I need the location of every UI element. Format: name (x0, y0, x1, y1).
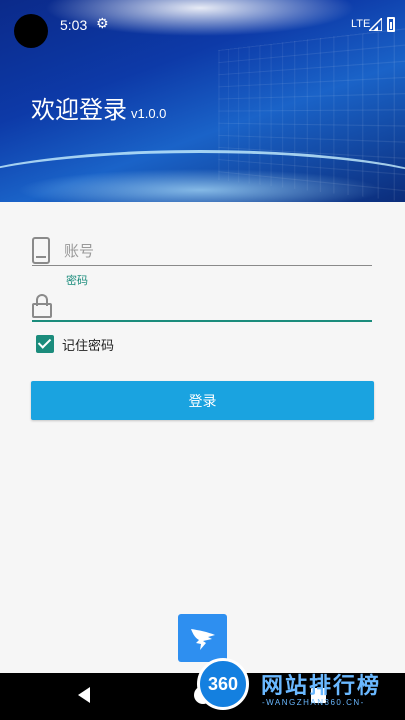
login-button[interactable]: 登录 (31, 381, 374, 420)
dingtalk-logo-icon (178, 614, 227, 662)
password-floating-label: 密码 (66, 274, 88, 287)
remember-checkbox[interactable] (36, 335, 54, 353)
page-title: 欢迎登录 (31, 96, 127, 124)
phone-icon (32, 237, 50, 264)
banner-light-arc (0, 150, 405, 202)
remember-password-row[interactable]: 记住密码 (36, 333, 114, 355)
account-placeholder: 账号 (64, 242, 95, 260)
password-field[interactable] (32, 292, 372, 322)
signal-icon (369, 18, 382, 31)
gear-icon: ⚙ (96, 16, 109, 32)
watermark-logo: 360 (197, 658, 249, 710)
version-label: v1.0.0 (131, 106, 167, 121)
account-field[interactable]: 账号 (32, 236, 372, 266)
watermark-subtext: -WANGZHAN360.CN- (262, 698, 365, 707)
back-icon[interactable] (78, 687, 90, 703)
battery-icon (387, 17, 395, 32)
status-bar: 5:03 ⚙ LTE (0, 0, 405, 52)
welcome-header: 欢迎登录 v1.0.0 (31, 90, 166, 125)
watermark-text: 网站排行榜 (261, 674, 382, 699)
lock-icon (32, 294, 52, 318)
network-type: LTE (351, 18, 371, 30)
remember-label: 记住密码 (62, 338, 115, 354)
status-time: 5:03 (60, 17, 88, 33)
camera-cutout (14, 14, 48, 48)
wing-icon (190, 629, 215, 650)
